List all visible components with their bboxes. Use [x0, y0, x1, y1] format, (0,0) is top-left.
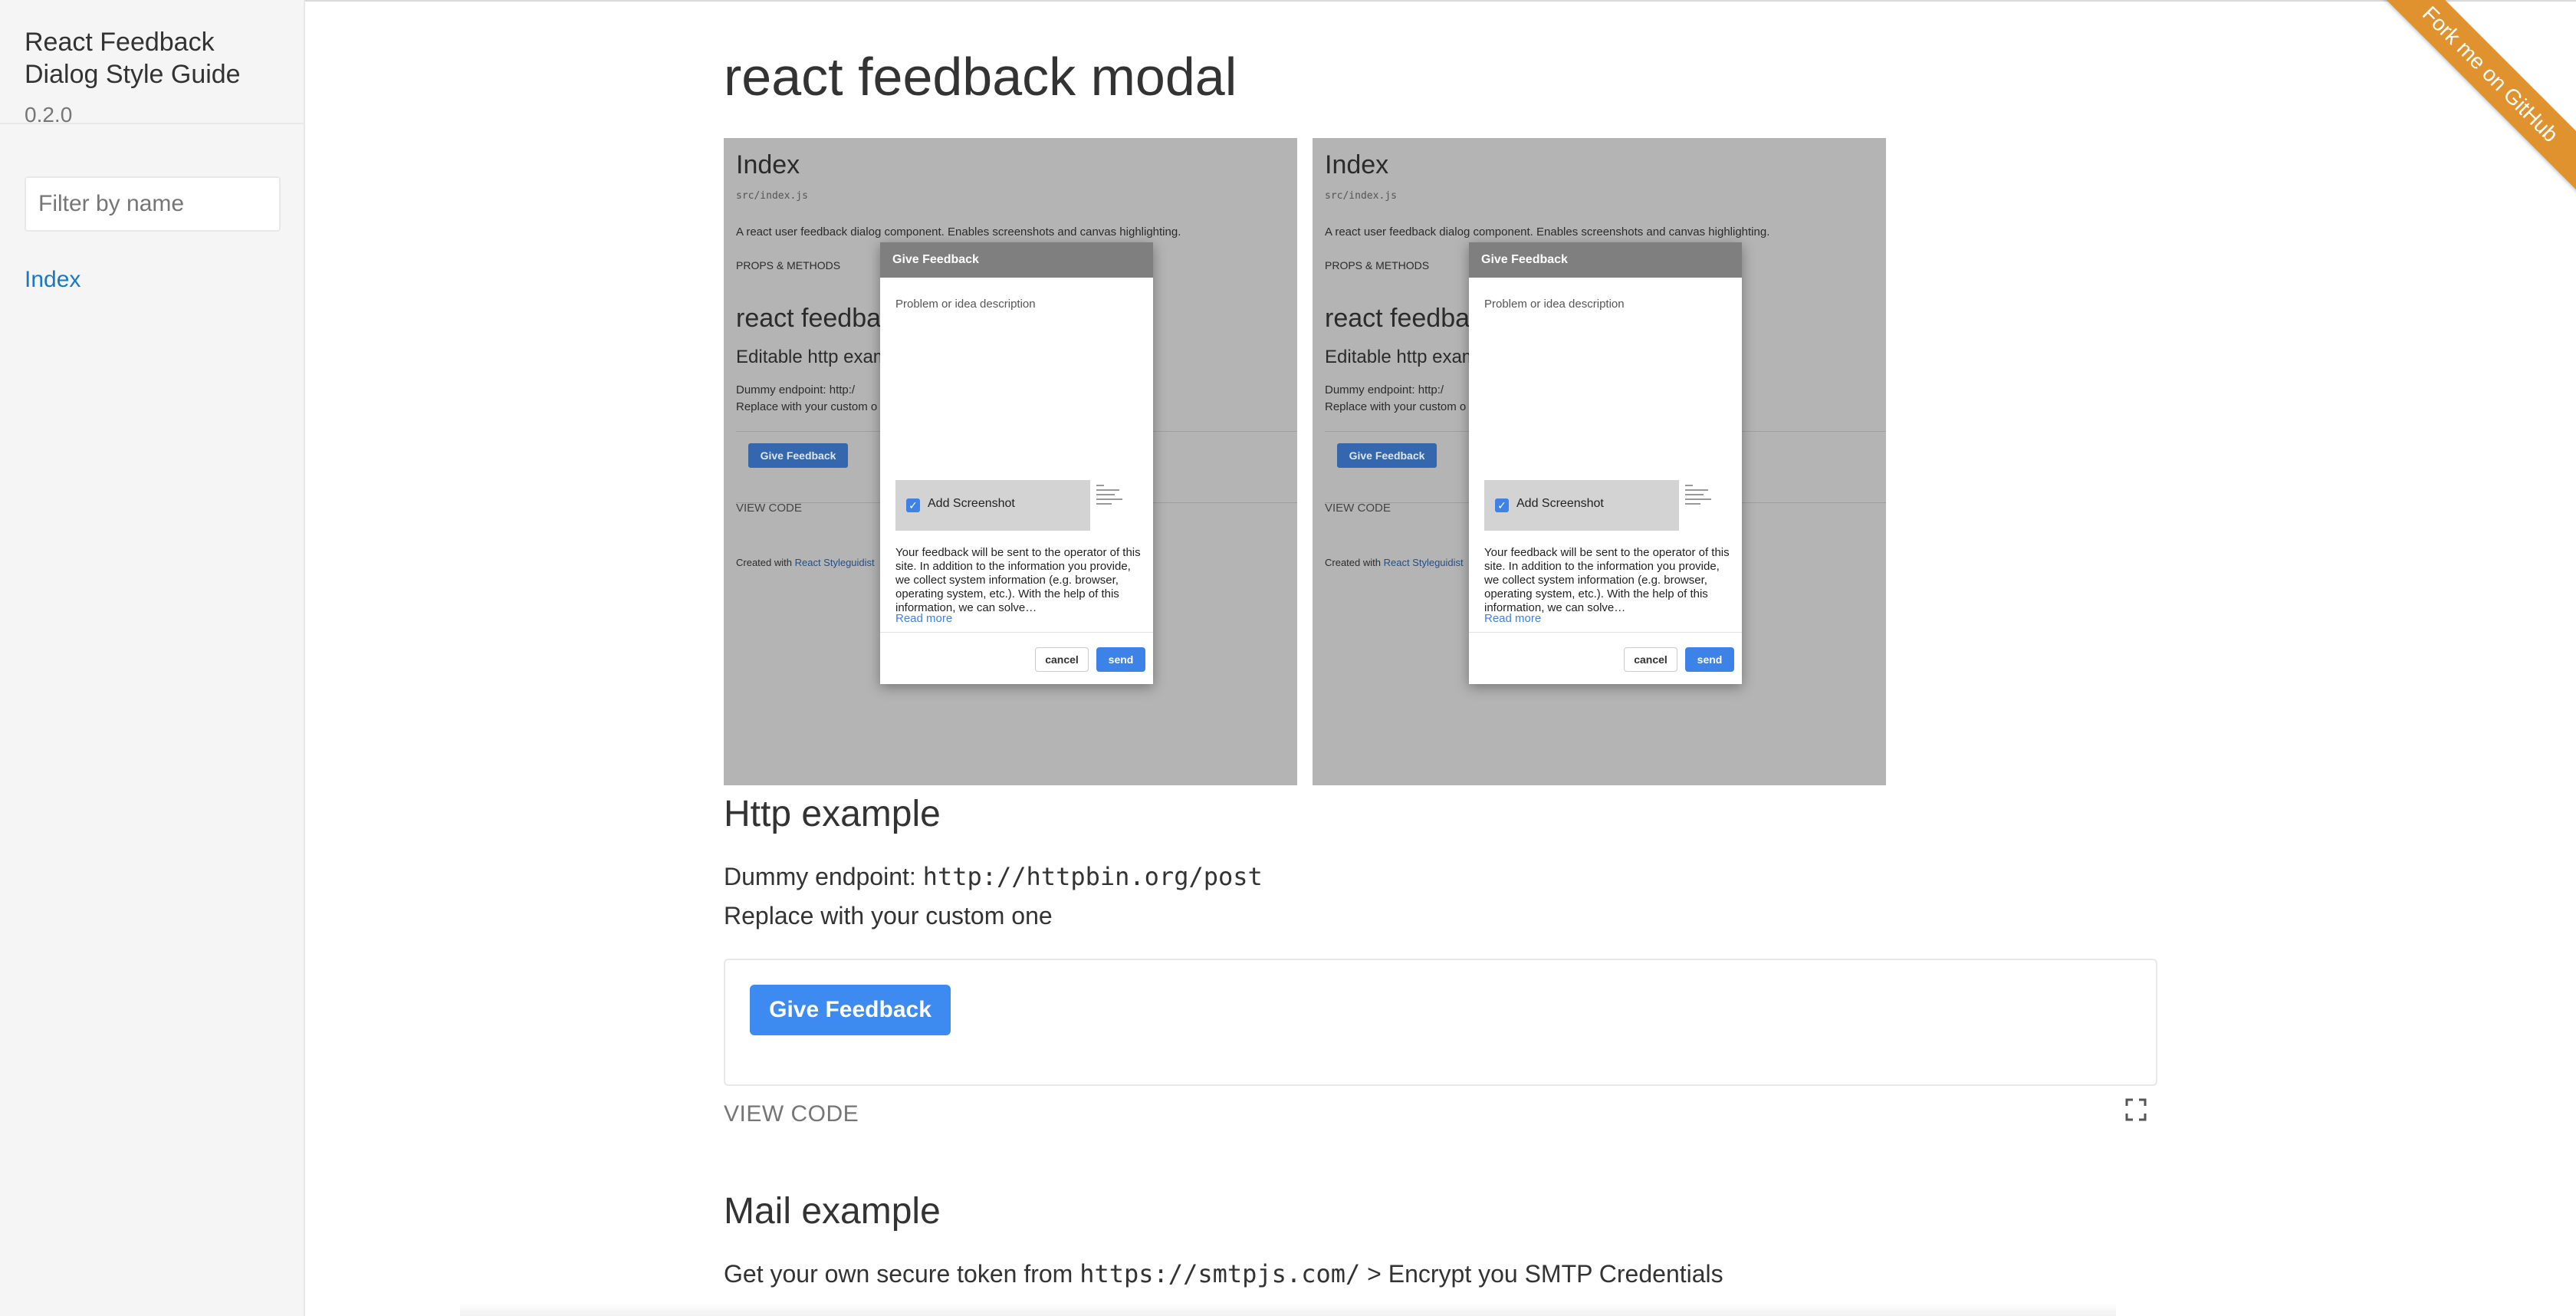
modal-title: Give Feedback: [880, 242, 1153, 278]
screenshot-path: src/index.js: [736, 190, 808, 202]
github-ribbon: Fork me on GitHub: [2377, 0, 2576, 199]
modal-title: Give Feedback: [1469, 242, 1742, 278]
sidebar-item-index[interactable]: Index: [25, 267, 80, 293]
modal-read-more: Read more: [1484, 612, 1542, 625]
screenshot-feedback-modal: Give Feedback Problem or idea descriptio…: [1469, 242, 1742, 684]
mail-text-prefix: Get your own secure token from: [724, 1260, 1073, 1288]
modal-read-more: Read more: [895, 612, 953, 625]
sidebar: React Feedback Dialog Style Guide 0.2.0 …: [0, 0, 305, 1316]
screenshot-subheading: Editable http exam: [1325, 347, 1477, 367]
modal-divider: [1469, 632, 1742, 633]
modal-checkbox-label: Add Screenshot: [928, 497, 1015, 510]
modal-send-button: send: [1096, 647, 1145, 672]
screenshot-heading: react feedba: [736, 304, 882, 333]
endpoint-url: http://httpbin.org/post: [922, 862, 1263, 891]
screenshot-replace: Replace with your custom o: [736, 400, 878, 413]
screenshot-created-prefix: Created with: [736, 557, 792, 568]
screenshot-props-label: PROPS & METHODS: [1325, 259, 1430, 271]
screenshot-footer: Created with React Styleguidist: [736, 557, 875, 568]
modal-divider: [880, 632, 1153, 633]
screenshot-view-code: VIEW CODE: [1325, 502, 1391, 515]
screenshot-endpoint: Dummy endpoint: http:/: [1325, 383, 1444, 396]
bottom-shadow: [460, 1304, 2116, 1316]
screenshot-page-title: Index: [1325, 150, 1389, 179]
screenshot-created-link: React Styleguidist: [1383, 557, 1464, 568]
page-title: react feedback modal: [724, 47, 1237, 107]
modal-send-button: send: [1685, 647, 1734, 672]
modal-description-placeholder: Problem or idea description: [1484, 298, 1625, 311]
http-endpoint-line: Dummy endpoint: http://httpbin.org/post: [724, 862, 1263, 891]
fork-on-github-link[interactable]: Fork me on GitHub: [2377, 0, 2576, 192]
screenshot-replace: Replace with your custom o: [1325, 400, 1467, 413]
mail-text-suffix: > Encrypt you SMTP Credentials: [1367, 1260, 1723, 1288]
give-feedback-button[interactable]: Give Feedback: [750, 985, 951, 1035]
smtpjs-url: https://smtpjs.com/: [1079, 1259, 1361, 1288]
modal-info-text: Your feedback will be sent to the operat…: [1484, 546, 1730, 614]
modal-screenshot-option: ✓ Add Screenshot: [895, 480, 1090, 531]
screenshot-created-prefix: Created with: [1325, 557, 1381, 568]
modal-checkbox-label: Add Screenshot: [1516, 497, 1604, 510]
screenshot-description: A react user feedback dialog component. …: [1325, 225, 1770, 239]
styleguide-title[interactable]: React Feedback Dialog Style Guide: [25, 26, 279, 90]
screenshot-props-label: PROPS & METHODS: [736, 259, 841, 271]
mail-example-heading: Mail example: [724, 1191, 941, 1232]
screenshot-give-feedback-button: Give Feedback: [1337, 443, 1437, 468]
http-example-heading: Http example: [724, 794, 941, 834]
filter-input[interactable]: [25, 176, 281, 232]
version-label: 0.2.0: [25, 103, 73, 127]
screenshot-path: src/index.js: [1325, 190, 1397, 202]
modal-description-placeholder: Problem or idea description: [895, 298, 1036, 311]
top-border: [0, 0, 2576, 2]
screenshot-endpoint: Dummy endpoint: http:/: [736, 383, 856, 396]
screenshot-page-title: Index: [736, 150, 800, 179]
demo-screenshot: Index src/index.js A react user feedback…: [1313, 138, 1886, 785]
fullscreen-icon[interactable]: [2125, 1098, 2147, 1121]
checkbox-checked-icon: ✓: [1495, 498, 1509, 512]
screenshot-footer: Created with React Styleguidist: [1325, 557, 1464, 568]
modal-info-text: Your feedback will be sent to the operat…: [895, 546, 1141, 614]
screenshot-description: A react user feedback dialog component. …: [736, 225, 1181, 239]
modal-screenshot-thumbnail: [1093, 482, 1135, 512]
screenshot-subheading: Editable http exam: [736, 347, 889, 367]
screenshot-created-link: React Styleguidist: [794, 557, 875, 568]
modal-cancel-button: cancel: [1035, 647, 1089, 672]
replace-text: Replace with your custom one: [724, 902, 1053, 929]
screenshot-give-feedback-button: Give Feedback: [748, 443, 848, 468]
modal-screenshot-thumbnail: [1682, 482, 1723, 512]
screenshot-view-code: VIEW CODE: [736, 502, 802, 515]
endpoint-prefix: Dummy endpoint:: [724, 863, 916, 890]
sidebar-header: React Feedback Dialog Style Guide 0.2.0: [0, 0, 304, 127]
example-preview: Give Feedback: [724, 959, 2157, 1086]
modal-screenshot-option: ✓ Add Screenshot: [1484, 480, 1679, 531]
screenshot-feedback-modal: Give Feedback Problem or idea descriptio…: [880, 242, 1153, 684]
demo-screenshot: Index src/index.js A react user feedback…: [724, 138, 1297, 785]
checkbox-checked-icon: ✓: [906, 498, 920, 512]
screenshot-heading: react feedba: [1325, 304, 1470, 333]
modal-cancel-button: cancel: [1624, 647, 1677, 672]
view-code-toggle[interactable]: VIEW CODE: [724, 1101, 859, 1127]
mail-token-line: Get your own secure token from https://s…: [724, 1259, 1723, 1288]
